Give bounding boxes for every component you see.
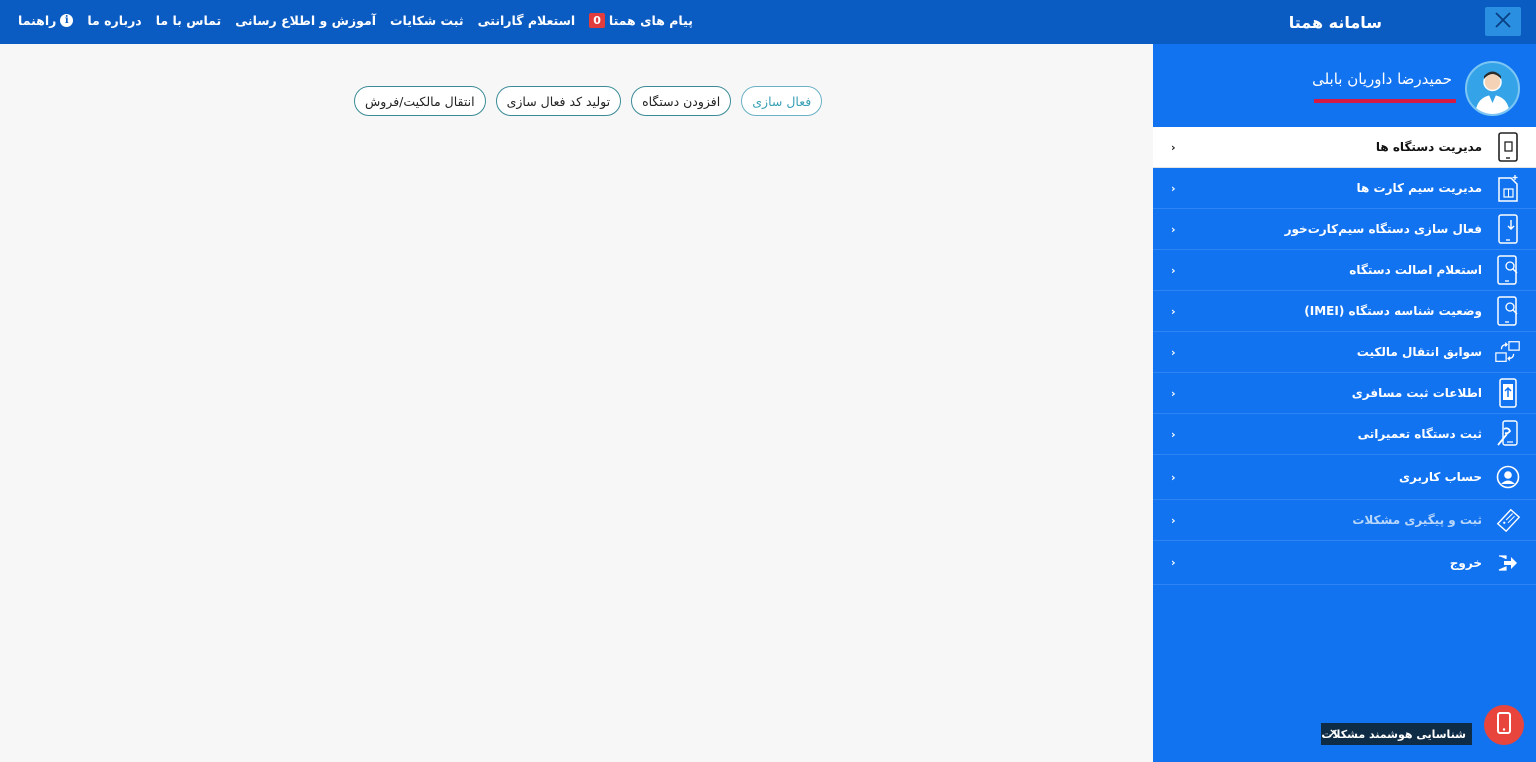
sidebar-item-label: مدیریت دستگاه ها <box>1375 140 1482 154</box>
ownership-transfer-icon <box>1494 337 1522 367</box>
chevron-left-icon: ‹ <box>1171 263 1176 277</box>
logout-icon <box>1494 548 1522 578</box>
sidebar-item-activate-device[interactable]: فعال سازی دستگاه سیم‌کارت‌خور ‹ <box>1153 209 1536 250</box>
avatar <box>1465 61 1520 116</box>
nav-education-label: آموزش و اطلاع رسانی <box>235 12 376 28</box>
sidebar-item-label: سوابق انتقال مالکیت <box>1356 345 1482 359</box>
sidebar-item-label: ثبت دستگاه تعمیراتی <box>1357 427 1482 441</box>
nav-complaints-label: ثبت شکایات <box>389 12 464 28</box>
close-icon <box>1494 11 1512 33</box>
nav-messages[interactable]: پیام های همتا 0 <box>589 12 693 28</box>
chevron-left-icon: ‹ <box>1171 304 1176 318</box>
messages-count-badge: 0 <box>589 12 605 28</box>
nav-guide-label: راهنما <box>18 12 57 28</box>
nav-complaints[interactable]: ثبت شکایات <box>390 13 464 28</box>
chevron-left-icon: ‹ <box>1171 427 1176 441</box>
sidebar-item-logout[interactable]: خروج ‹ <box>1153 541 1536 585</box>
smart-tip-label: شناسایی هوشمند مشکلات <box>1321 727 1466 741</box>
phone-device-icon <box>1494 132 1522 162</box>
sidebar-item-repair-device[interactable]: ثبت دستگاه تعمیراتی ‹ <box>1153 414 1536 455</box>
sidebar-item-device-management[interactable]: مدیریت دستگاه ها ‹ <box>1153 127 1536 168</box>
mobile-phone-icon <box>1497 712 1511 738</box>
repair-tools-icon <box>1494 419 1522 449</box>
close-menu-button[interactable] <box>1485 7 1521 36</box>
nav-contact-label: تماس با ما <box>155 12 222 28</box>
device-actions: انتقال مالکیت/فروش تولید کد فعال سازی اف… <box>354 86 823 116</box>
sidebar: حمیدرضا داوریان بابلی مدیریت دستگاه ها ‹… <box>1153 44 1536 762</box>
sidebar-menu: مدیریت دستگاه ها ‹ مدیریت سیم کارت ها ‹ … <box>1153 127 1536 585</box>
nav-education[interactable]: آموزش و اطلاع رسانی <box>235 13 376 28</box>
sidebar-item-label: خروج <box>1449 555 1482 570</box>
user-profile: حمیدرضا داوریان بابلی <box>1153 44 1536 127</box>
chevron-left-icon: ‹ <box>1171 386 1176 400</box>
sidebar-item-label: اطلاعات ثبت مسافری <box>1351 386 1482 400</box>
nav-messages-label: پیام های همتا <box>608 12 693 28</box>
user-avatar-icon <box>1475 71 1510 114</box>
nav-warranty[interactable]: استعلام گارانتی <box>478 13 576 28</box>
user-account-icon <box>1494 462 1522 492</box>
sidebar-item-label: وضعیت شناسه دستگاه (IMEI) <box>1304 304 1482 318</box>
sidebar-item-ownership-history[interactable]: سوابق انتقال مالکیت ‹ <box>1153 332 1536 373</box>
user-name: حمیدرضا داوریان بابلی <box>1312 70 1452 88</box>
chevron-left-icon: ‹ <box>1171 345 1176 359</box>
phone-search-icon <box>1494 255 1522 285</box>
sidebar-item-sim-cards[interactable]: مدیریت سیم کارت ها ‹ <box>1153 168 1536 209</box>
sidebar-item-traveler-info[interactable]: اطلاعات ثبت مسافری ‹ <box>1153 373 1536 414</box>
add-device-button[interactable]: افزودن دستگاه <box>631 86 732 116</box>
sidebar-item-label: حساب کاربری <box>1399 470 1482 484</box>
chevron-left-icon: ‹ <box>1171 181 1176 195</box>
close-tip-button[interactable]: × <box>1329 726 1338 739</box>
sidebar-item-user-account[interactable]: حساب کاربری ‹ <box>1153 455 1536 500</box>
smart-detection-tip[interactable]: شناسایی هوشمند مشکلات × <box>1321 723 1472 745</box>
sidebar-item-imei-status[interactable]: وضعیت شناسه دستگاه (IMEI) ‹ <box>1153 291 1536 332</box>
sidebar-item-label: فعال سازی دستگاه سیم‌کارت‌خور <box>1284 222 1482 236</box>
sidebar-item-authenticity-inquiry[interactable]: استعلام اصالت دستگاه ‹ <box>1153 250 1536 291</box>
chevron-left-icon: ‹ <box>1171 470 1176 484</box>
phone-imei-search-icon <box>1494 296 1522 326</box>
sim-card-icon <box>1494 173 1522 203</box>
top-bar: سامانه همتا i راهنما درباره ما تماس با م… <box>0 0 1536 44</box>
top-navigation: i راهنما درباره ما تماس با ما آموزش و اط… <box>18 0 693 40</box>
activation-button[interactable]: فعال سازی <box>741 86 823 116</box>
ticket-icon <box>1494 505 1522 535</box>
ownership-transfer-button[interactable]: انتقال مالکیت/فروش <box>354 86 486 116</box>
info-icon: i <box>60 13 74 27</box>
chevron-left-icon: ‹ <box>1171 140 1176 154</box>
sidebar-item-label: ثبت و پیگیری مشکلات <box>1352 513 1482 527</box>
support-floating-button[interactable] <box>1484 705 1524 745</box>
nav-about[interactable]: درباره ما <box>87 13 141 28</box>
name-underline <box>1314 99 1456 103</box>
nav-about-label: درباره ما <box>87 12 142 28</box>
nav-contact[interactable]: تماس با ما <box>156 13 222 28</box>
sidebar-item-label: مدیریت سیم کارت ها <box>1356 181 1482 195</box>
chevron-left-icon: ‹ <box>1171 513 1176 527</box>
nav-warranty-label: استعلام گارانتی <box>477 12 576 28</box>
sidebar-item-label: استعلام اصالت دستگاه <box>1349 263 1482 277</box>
phone-upload-icon <box>1494 378 1522 408</box>
phone-activate-icon <box>1494 214 1522 244</box>
nav-guide[interactable]: i راهنما <box>18 12 74 28</box>
generate-activation-code-button[interactable]: تولید کد فعال سازی <box>495 86 622 116</box>
chevron-left-icon: ‹ <box>1171 222 1176 236</box>
sidebar-item-issue-tracking[interactable]: ثبت و پیگیری مشکلات ‹ <box>1153 500 1536 541</box>
chevron-left-icon: ‹ <box>1171 556 1176 569</box>
app-title: سامانه همتا <box>1288 13 1382 32</box>
